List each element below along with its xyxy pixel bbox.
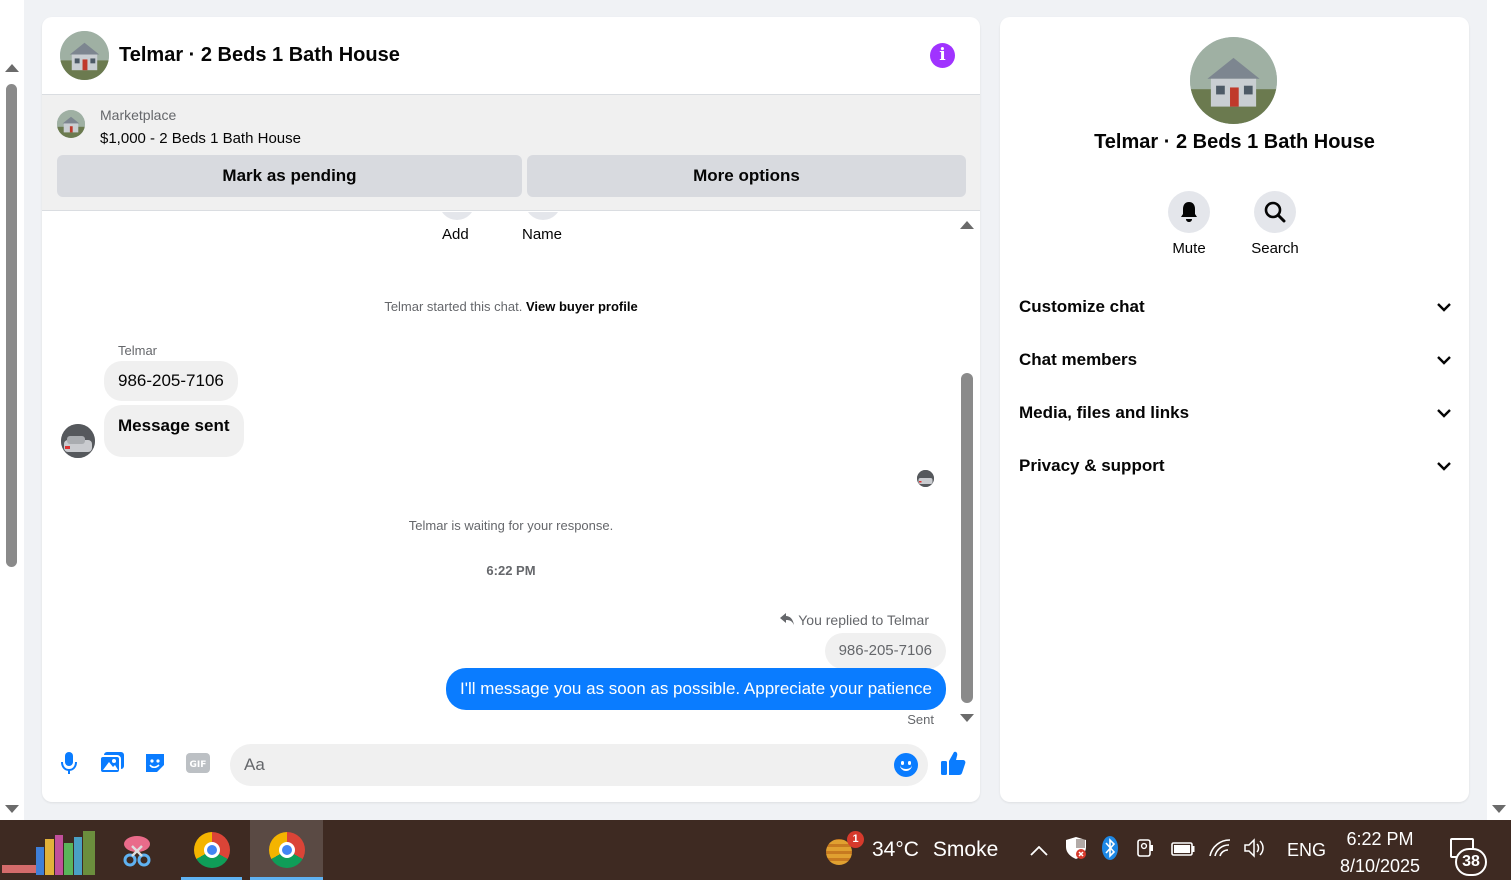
- scroll-down-arrow[interactable]: [1492, 805, 1506, 813]
- search-button[interactable]: Search: [1245, 191, 1305, 257]
- snipping-tool-icon[interactable]: [112, 820, 162, 880]
- svg-text:GIF: GIF: [190, 760, 207, 770]
- timestamp-separator: 6:22 PM: [486, 563, 536, 578]
- volume-icon[interactable]: [1243, 837, 1265, 863]
- conversation-info-panel: Telmar · 2 Beds 1 Bath House Mute Search…: [1000, 17, 1469, 802]
- mark-as-pending-button[interactable]: Mark as pending: [57, 155, 522, 197]
- listing-avatar[interactable]: [60, 31, 109, 80]
- chat-started-text: Telmar started this chat.: [384, 299, 523, 314]
- sender-avatar[interactable]: [61, 424, 95, 458]
- smoke-weather-icon: 1: [826, 831, 864, 865]
- incoming-message[interactable]: Message sent: [104, 405, 244, 457]
- chevron-down-icon: [1437, 350, 1451, 370]
- clock-time: 6:22 PM: [1346, 829, 1414, 849]
- message-input-wrapper: [230, 744, 928, 786]
- wifi-icon[interactable]: [1209, 838, 1231, 862]
- incoming-message[interactable]: 986-205-7106: [104, 361, 238, 401]
- message-composer: GIF: [42, 739, 980, 791]
- chevron-up-icon[interactable]: [1030, 840, 1048, 861]
- page-scrollbar-left[interactable]: [0, 0, 24, 820]
- listing-title[interactable]: $1,000 - 2 Beds 1 Bath House: [100, 130, 301, 147]
- books-app-icon[interactable]: [0, 820, 100, 880]
- customize-chat-section[interactable]: Customize chat: [1019, 287, 1451, 327]
- name-button[interactable]: [525, 212, 561, 220]
- reply-icon: [780, 612, 795, 628]
- image-icon[interactable]: [99, 750, 125, 776]
- scroll-down-arrow[interactable]: [960, 714, 974, 722]
- chevron-down-icon: [1437, 456, 1451, 476]
- weather-badge: 1: [847, 831, 864, 848]
- camera-icon[interactable]: [1136, 838, 1154, 863]
- scroll-down-arrow[interactable]: [5, 805, 19, 813]
- mute-label: Mute: [1172, 240, 1206, 257]
- chrome-profile-2-icon[interactable]: [250, 820, 323, 880]
- security-shield-icon[interactable]: [1065, 836, 1087, 865]
- taskbar: 1 34°C Smoke ENG 6:22 PM 8/10/2025 38: [0, 820, 1511, 880]
- section-label: Chat members: [1019, 350, 1138, 369]
- chat-title[interactable]: Telmar · 2 Beds 1 Bath House: [119, 44, 400, 67]
- clock[interactable]: 6:22 PM 8/10/2025: [1330, 826, 1430, 880]
- section-label: Customize chat: [1019, 297, 1145, 316]
- info-icon[interactable]: i: [930, 43, 955, 68]
- marketplace-bar: Marketplace $1,000 - 2 Beds 1 Bath House…: [42, 95, 980, 211]
- gif-icon[interactable]: GIF: [185, 750, 211, 776]
- temperature: 34°C: [872, 838, 919, 861]
- chrome-profile-1-icon[interactable]: [181, 820, 242, 880]
- quoted-message[interactable]: 986-205-7106: [824, 633, 946, 669]
- section-label: Media, files and links: [1019, 403, 1190, 422]
- scroll-up-arrow[interactable]: [5, 64, 19, 72]
- scrollbar-thumb[interactable]: [6, 84, 17, 567]
- bell-icon[interactable]: [1168, 191, 1210, 233]
- messages-scrollbar[interactable]: [960, 217, 974, 727]
- scroll-up-arrow[interactable]: [960, 221, 974, 229]
- sticker-icon[interactable]: [142, 750, 168, 776]
- chevron-down-icon: [1437, 403, 1451, 423]
- chevron-down-icon: [1437, 297, 1451, 317]
- scrollbar-thumb[interactable]: [961, 373, 973, 703]
- battery-icon[interactable]: [1171, 840, 1195, 861]
- info-panel-title: Telmar · 2 Beds 1 Bath House: [1094, 131, 1375, 153]
- message-input[interactable]: [230, 744, 870, 786]
- notification-count: 38: [1455, 848, 1487, 876]
- microphone-icon[interactable]: [56, 750, 82, 776]
- chat-members-section[interactable]: Chat members: [1019, 340, 1451, 380]
- add-label: Add: [442, 226, 469, 243]
- weather-widget[interactable]: 1 34°C Smoke: [826, 820, 998, 880]
- more-options-button[interactable]: More options: [527, 155, 966, 197]
- weather-condition: Smoke: [932, 838, 999, 861]
- media-files-links-section[interactable]: Media, files and links: [1019, 393, 1451, 433]
- listing-thumbnail[interactable]: [57, 110, 85, 138]
- listing-avatar-large[interactable]: [1190, 37, 1277, 124]
- reply-indicator: You replied to Telmar: [780, 612, 929, 628]
- mute-button[interactable]: Mute: [1159, 191, 1219, 257]
- marketplace-label: Marketplace: [100, 107, 177, 123]
- view-buyer-profile-link[interactable]: View buyer profile: [526, 299, 638, 314]
- name-label: Name: [522, 226, 563, 243]
- message-list[interactable]: Add Name Telmar started this chat. View …: [42, 212, 980, 727]
- sender-name: Telmar: [118, 343, 158, 358]
- bluetooth-icon[interactable]: [1101, 835, 1119, 866]
- section-label: Privacy & support: [1019, 456, 1165, 475]
- chat-header: Telmar · 2 Beds 1 Bath House i: [42, 17, 980, 95]
- system-tray: ENG: [1030, 820, 1326, 880]
- language-indicator[interactable]: ENG: [1287, 840, 1326, 861]
- search-label: Search: [1251, 240, 1299, 257]
- add-button[interactable]: [439, 212, 475, 220]
- privacy-support-section[interactable]: Privacy & support: [1019, 446, 1451, 486]
- page-scrollbar-right[interactable]: [1487, 0, 1511, 820]
- sent-status: Sent: [907, 712, 934, 727]
- search-icon[interactable]: [1254, 191, 1296, 233]
- chat-started-notice: Telmar started this chat. View buyer pro…: [42, 299, 980, 314]
- waiting-notice: Telmar is waiting for your response.: [408, 518, 614, 533]
- clock-date: 8/10/2025: [1339, 856, 1421, 876]
- emoji-icon[interactable]: [894, 753, 918, 777]
- reply-text: You replied to Telmar: [798, 612, 929, 628]
- thumbs-up-icon[interactable]: [940, 750, 966, 776]
- chat-panel: Telmar · 2 Beds 1 Bath House i Marketpla…: [42, 17, 980, 802]
- seen-avatar: [917, 470, 934, 487]
- outgoing-message[interactable]: I'll message you as soon as possible. Ap…: [446, 668, 946, 710]
